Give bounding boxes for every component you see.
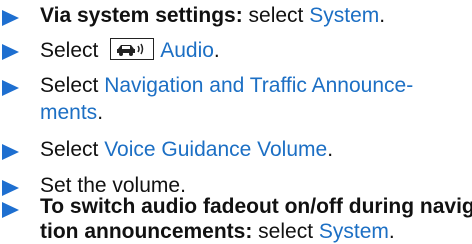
step-3-nav-line1: Navigation and Traffic Announce- [104,74,414,97]
step-6-text: To switch audio fadeout on/off during na… [40,194,472,244]
step-4-tail: . [327,138,334,161]
step-4-voice-volume: Voice Guidance Volume [104,138,328,161]
step-2-plain: Select [40,39,105,62]
step-arrow-icon [2,10,19,26]
step-arrow-icon [2,144,19,160]
step-1-bold: Via system settings: [40,4,243,27]
step-1-system: System [309,4,380,27]
step-3-tail: . [97,101,104,124]
step-3-nav-line2: ments [40,101,98,124]
step-1-tail: . [379,4,386,27]
step-1-text: Via system settings: select System. [40,2,468,29]
step-4-text: Select Voice Guidance Volume. [40,136,468,163]
step-arrow-icon [2,202,19,218]
step-6-bold-line1: To switch audio fadeout on/off during na… [40,195,472,218]
step-1-plain: select [242,4,310,27]
step-3-text: Select Navigation and Traffic Announce-m… [40,72,468,126]
step-2-audio: Audio [160,39,214,62]
step-2-tail: . [213,39,220,62]
step-arrow-icon [2,44,19,60]
step-arrow-icon [2,80,19,96]
step-4-plain: Select [40,138,105,161]
step-arrow-icon [2,180,19,196]
step-3-plain: Select [40,74,105,97]
car-sound-icon [110,38,155,60]
step-2-text: Select Audio. [40,37,468,64]
